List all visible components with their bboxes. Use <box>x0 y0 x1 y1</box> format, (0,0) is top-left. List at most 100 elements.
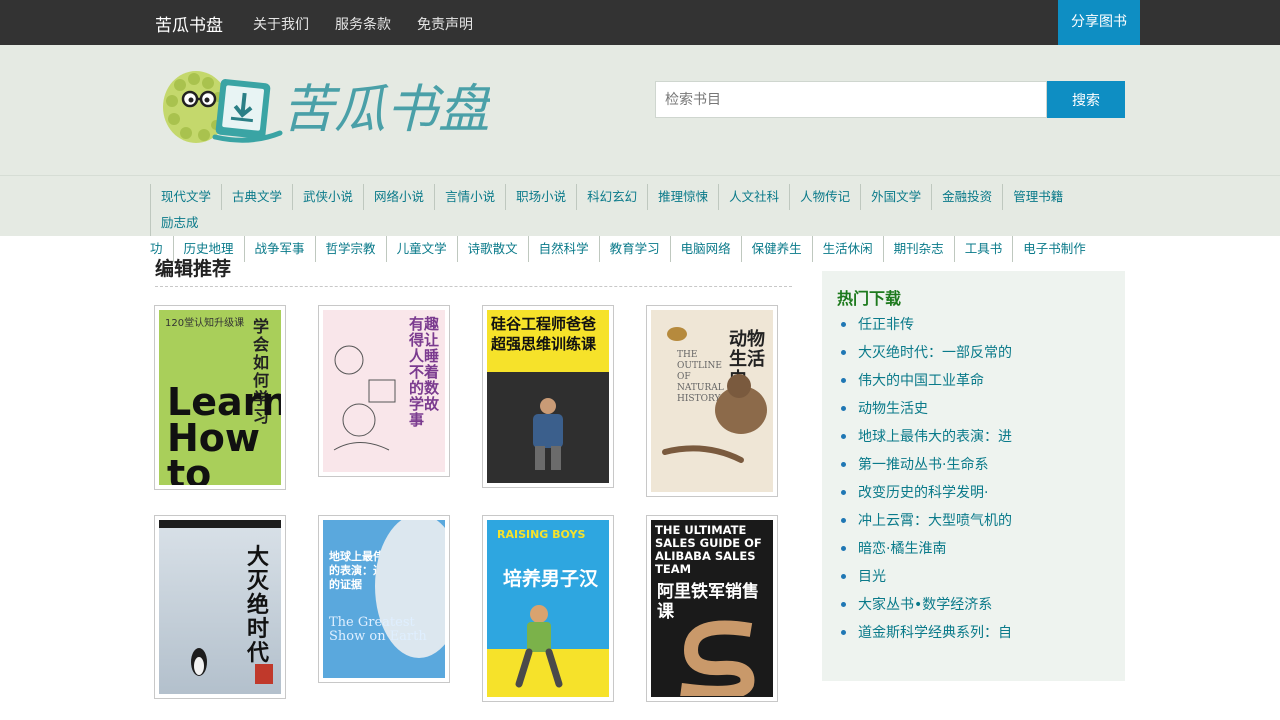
top-navbar: 苦瓜书盘 关于我们 服务条款 免责声明 分享图书 <box>0 0 1280 45</box>
cover-tag: 120堂认知升级课 <box>165 318 245 329</box>
cover-top-band <box>159 520 281 528</box>
cover-boy <box>515 605 563 688</box>
hot-download-label[interactable]: 道金斯科学经典系列：自 <box>858 625 1012 641</box>
title-divider <box>155 286 792 287</box>
category-link[interactable]: 武侠小说 <box>292 184 363 210</box>
hot-download-item[interactable]: 大灭绝时代：一部反常的 <box>837 339 1012 367</box>
category-link[interactable]: 职场小说 <box>505 184 576 210</box>
cover-penguin <box>191 648 207 676</box>
logo-text: 苦瓜书盘 <box>282 80 490 140</box>
hot-download-item[interactable]: 地球上最伟大的表演：进 <box>837 423 1012 451</box>
site-brand[interactable]: 苦瓜书盘 <box>155 11 223 36</box>
bullet-icon <box>841 489 846 495</box>
hot-download-label[interactable]: 冲上云霄：大型喷气机的 <box>858 513 1012 529</box>
cover-subtitle: The Greatest Show on Earth <box>329 615 427 644</box>
hot-download-item[interactable]: 冲上云霄：大型喷气机的 <box>837 507 1012 535</box>
hot-download-item[interactable]: 改变历史的科学发明· <box>837 479 1012 507</box>
book-cover: RAISING BOYS 培养男子汉 <box>487 520 609 697</box>
book-card[interactable]: 硅谷工程师爸爸超强思维训练课 <box>482 305 614 488</box>
search-button[interactable]: 搜索 <box>1047 81 1125 118</box>
cover-art <box>375 520 445 658</box>
site-logo[interactable]: 苦瓜书盘 <box>160 67 490 147</box>
book-card[interactable]: 有趣得让人睡不着的数学故事 <box>318 305 450 477</box>
category-link[interactable]: 人文社科 <box>718 184 789 210</box>
hot-download-item[interactable]: 暗恋·橘生淮南 <box>837 535 1012 563</box>
bullet-icon <box>841 461 846 467</box>
hot-download-item[interactable]: 动物生活史 <box>837 395 1012 423</box>
bullet-icon <box>841 629 846 635</box>
hot-download-label[interactable]: 第一推动丛书·生命系 <box>858 457 988 473</box>
book-card[interactable]: 120堂认知升级课 学会如何学习 Learn How to Learn <box>154 305 286 490</box>
hot-download-item[interactable]: 目光 <box>837 563 1012 591</box>
category-link[interactable]: 哲学宗教 <box>314 236 386 262</box>
book-cover: 硅谷工程师爸爸超强思维训练课 <box>487 310 609 483</box>
bullet-icon <box>841 517 846 523</box>
hot-download-item[interactable]: 伟大的中国工业革命 <box>837 367 1012 395</box>
bullet-icon <box>841 377 846 383</box>
category-link[interactable]: 现代文学 <box>150 184 221 210</box>
hot-download-item[interactable]: 道金斯科学经典系列：自 <box>837 619 1012 647</box>
hot-download-label[interactable]: 目光 <box>858 569 886 585</box>
category-link[interactable]: 生活休闲 <box>811 236 883 262</box>
hot-download-item[interactable]: 大家丛书•数学经济系 <box>837 591 1012 619</box>
book-cover: 大灭绝时代 <box>159 520 281 694</box>
cover-doodles <box>333 345 396 451</box>
hot-download-item[interactable]: 任正非传 <box>837 311 1012 339</box>
book-card[interactable]: RAISING BOYS 培养男子汉 <box>482 515 614 702</box>
category-link[interactable]: 电脑网络 <box>669 236 741 262</box>
cover-figure <box>533 398 563 470</box>
category-link[interactable]: 电子书制作 <box>1012 236 1096 262</box>
share-book-button[interactable]: 分享图书 <box>1058 0 1140 45</box>
bullet-icon <box>841 545 846 551</box>
bullet-icon <box>841 573 846 579</box>
book-cover: 地球上最伟大的表演：进化的证据 The Greatest Show on Ear… <box>323 520 445 678</box>
book-card[interactable]: THE ULTIMATE SALES GUIDE OF ALIBABA SALE… <box>646 515 778 702</box>
bullet-icon <box>841 601 846 607</box>
hot-download-label[interactable]: 动物生活史 <box>858 401 928 417</box>
bullet-icon <box>841 349 846 355</box>
category-link[interactable]: 期刊杂志 <box>882 236 954 262</box>
nav-terms-link[interactable]: 服务条款 <box>335 14 391 34</box>
book-card[interactable]: 地球上最伟大的表演：进化的证据 The Greatest Show on Ear… <box>318 515 450 683</box>
section-title: 编辑推荐 <box>155 258 232 280</box>
category-link[interactable]: 言情小说 <box>434 184 505 210</box>
category-link[interactable]: 网络小说 <box>363 184 434 210</box>
category-link[interactable]: 诗歌散文 <box>456 236 528 262</box>
category-link[interactable]: 推理惊悚 <box>647 184 718 210</box>
category-link[interactable]: 管理书籍 <box>1002 184 1073 210</box>
category-link[interactable]: 古典文学 <box>221 184 292 210</box>
category-link[interactable]: 自然科学 <box>527 236 599 262</box>
category-link[interactable]: 教育学习 <box>598 236 670 262</box>
book-card[interactable]: 大灭绝时代 <box>154 515 286 699</box>
category-link[interactable]: 励志成 <box>150 210 209 236</box>
hot-download-label[interactable]: 改变历史的科学发明· <box>858 485 988 501</box>
category-link[interactable]: 工具书 <box>953 236 1013 262</box>
nav-disclaimer-link[interactable]: 免责声明 <box>417 14 473 34</box>
hot-download-label[interactable]: 地球上最伟大的表演：进 <box>858 429 1012 445</box>
bullet-icon <box>841 433 846 439</box>
hot-downloads-title: 热门下载 <box>837 289 902 308</box>
category-link[interactable]: 科幻玄幻 <box>576 184 647 210</box>
hot-download-label[interactable]: 暗恋·橘生淮南 <box>858 541 946 557</box>
category-link[interactable]: 战争军事 <box>243 236 315 262</box>
hot-download-label[interactable]: 大家丛书•数学经济系 <box>858 597 992 613</box>
search-input[interactable] <box>655 81 1047 118</box>
book-cover: 120堂认知升级课 学会如何学习 Learn How to Learn <box>159 310 281 485</box>
hot-download-label[interactable]: 伟大的中国工业革命 <box>858 373 984 389</box>
category-link[interactable]: 外国文学 <box>860 184 931 210</box>
hot-download-item[interactable]: 第一推动丛书·生命系 <box>837 451 1012 479</box>
category-link[interactable]: 儿童文学 <box>385 236 457 262</box>
cover-subtitle: RAISING BOYS <box>497 528 586 541</box>
category-link[interactable]: 人物传记 <box>789 184 860 210</box>
book-card[interactable]: 动物生活史 THE OUTLINE OF NATURAL HISTORY <box>646 305 778 497</box>
bullet-icon <box>841 321 846 327</box>
cover-subtitle: Learn How to Learn <box>167 380 281 485</box>
book-cover: 有趣得让人睡不着的数学故事 <box>323 310 445 472</box>
category-link[interactable]: 金融投资 <box>931 184 1002 210</box>
hot-download-label[interactable]: 大灭绝时代：一部反常的 <box>858 345 1012 361</box>
category-link[interactable]: 保健养生 <box>740 236 812 262</box>
category-nav: 现代文学 古典文学 武侠小说 网络小说 言情小说 职场小说 科幻玄幻 推理惊悚 人文社科 人物传记… <box>0 175 1280 262</box>
cover-s-mark <box>680 620 755 696</box>
nav-about-link[interactable]: 关于我们 <box>253 14 309 34</box>
hot-download-label[interactable]: 任正非传 <box>858 317 914 333</box>
